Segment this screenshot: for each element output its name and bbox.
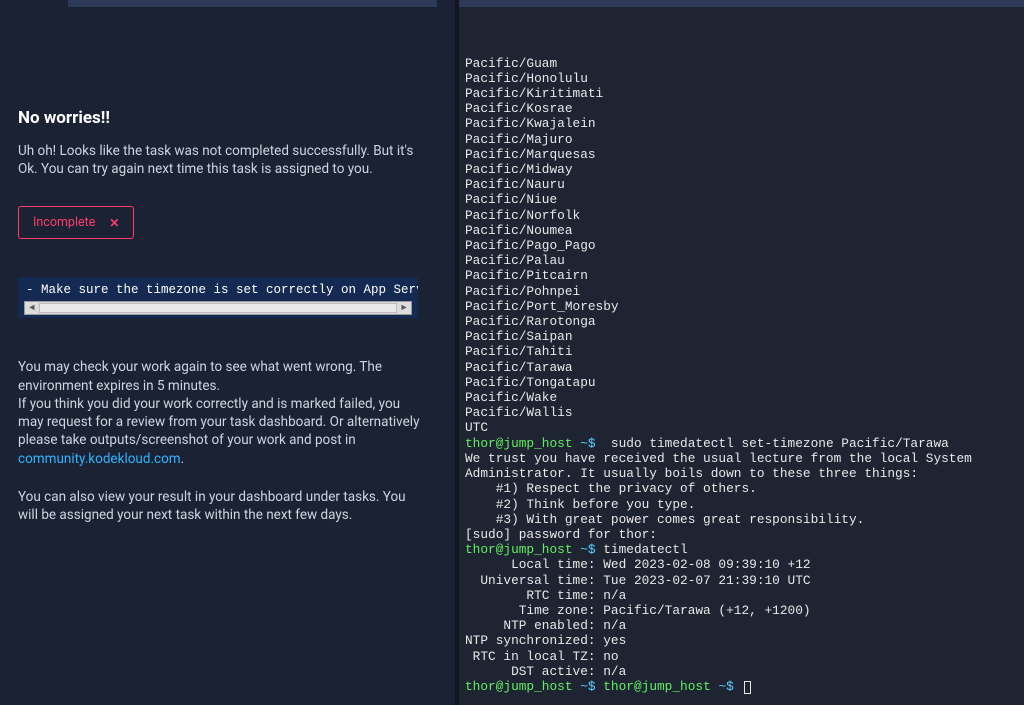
scroll-left-icon[interactable]: ◄	[25, 302, 39, 314]
error-text: - Make sure the timezone is set correctl…	[24, 283, 412, 301]
community-link[interactable]: community.kodekloud.com	[18, 451, 181, 467]
info-paragraph-2: You can also view your result in your da…	[18, 488, 423, 524]
result-subtitle: Uh oh! Looks like the task was not compl…	[18, 142, 418, 178]
scroll-right-icon[interactable]: ►	[397, 302, 411, 314]
info-text: You may check your work again to see wha…	[18, 359, 382, 393]
terminal-output: Pacific/GuamPacific/HonoluluPacific/Kiri…	[465, 56, 1024, 695]
info-text: .	[181, 451, 185, 467]
left-panel: No worries!! Uh oh! Looks like the task …	[0, 0, 455, 705]
terminal-panel[interactable]: Pacific/GuamPacific/HonoluluPacific/Kiri…	[455, 0, 1024, 705]
info-paragraph-1: You may check your work again to see wha…	[18, 358, 423, 467]
info-text: If you think you did your work correctly…	[18, 396, 419, 448]
close-icon: ✕	[109, 216, 119, 230]
status-badge-incomplete: Incomplete ✕	[18, 206, 134, 239]
result-title: No worries!!	[18, 108, 437, 128]
left-top-accent	[68, 0, 437, 7]
right-top-accent	[459, 0, 1024, 7]
error-message-box: - Make sure the timezone is set correctl…	[18, 277, 418, 318]
scroll-thumb[interactable]	[39, 303, 397, 313]
status-label: Incomplete	[33, 215, 95, 230]
horizontal-scrollbar[interactable]: ◄ ►	[24, 301, 412, 315]
